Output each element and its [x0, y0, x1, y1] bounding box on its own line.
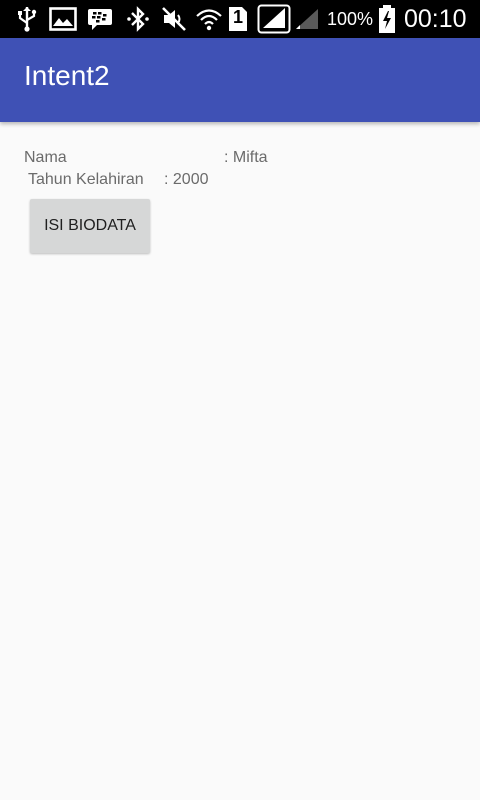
battery-charging-icon: [377, 5, 397, 33]
tahun-kelahiran-label: Tahun Kelahiran: [28, 171, 144, 188]
usb-icon: [14, 5, 40, 33]
nama-value: : Mifta: [224, 149, 268, 166]
nama-label: Nama: [24, 149, 67, 166]
signal-empty-icon: [294, 5, 320, 33]
bluetooth-icon: [124, 5, 152, 33]
clock: 00:10: [404, 5, 467, 33]
sim-number: 1: [232, 7, 243, 27]
main-content: Nama : Mifta Tahun Kelahiran : 2000 ISI …: [0, 122, 480, 800]
app-title: Intent2: [24, 60, 110, 91]
isi-biodata-button[interactable]: ISI BIODATA: [30, 199, 150, 253]
battery-percent: 100%: [327, 9, 374, 29]
bbm-icon: [86, 5, 114, 33]
sim-icon: 1: [227, 5, 249, 33]
signal-icon: [257, 4, 291, 34]
image-icon: [48, 5, 78, 33]
wifi-icon: [195, 5, 223, 33]
mute-icon: [160, 5, 188, 33]
status-bar: 1 100% 00:10: [0, 0, 480, 38]
tahun-kelahiran-value: : 2000: [164, 171, 209, 188]
app-bar: Intent2: [0, 38, 480, 122]
